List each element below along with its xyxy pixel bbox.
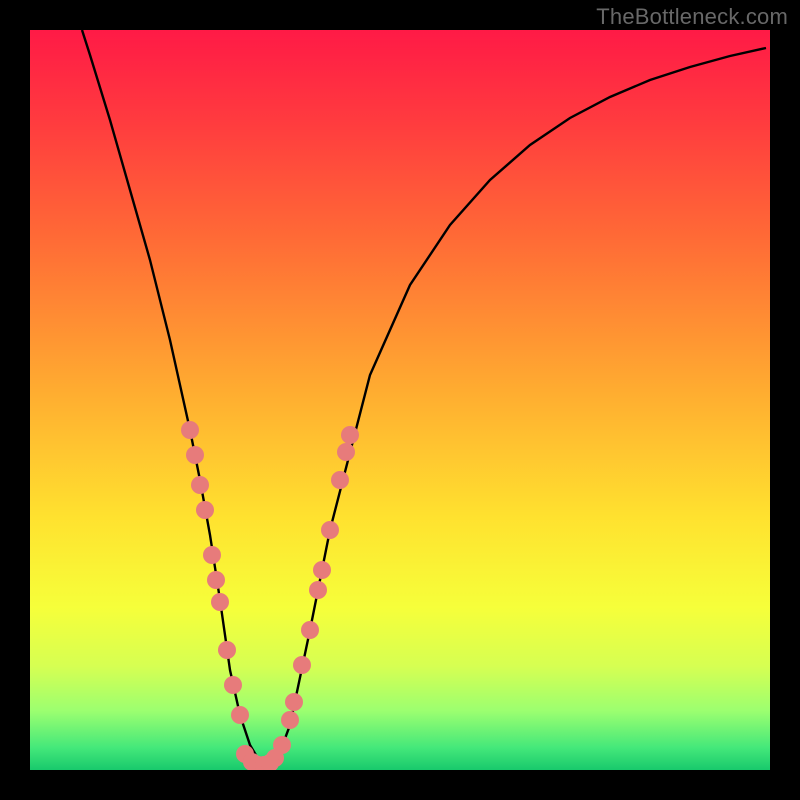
data-point xyxy=(331,471,349,489)
data-point xyxy=(203,546,221,564)
data-point xyxy=(186,446,204,464)
data-point xyxy=(191,476,209,494)
data-point xyxy=(313,561,331,579)
data-point xyxy=(341,426,359,444)
data-point xyxy=(231,706,249,724)
data-point xyxy=(337,443,355,461)
curve-svg xyxy=(30,30,770,770)
data-point xyxy=(218,641,236,659)
data-point xyxy=(321,521,339,539)
data-point xyxy=(301,621,319,639)
data-point xyxy=(273,736,291,754)
data-point xyxy=(196,501,214,519)
data-point xyxy=(285,693,303,711)
curve-dots xyxy=(181,421,359,770)
bottleneck-curve xyxy=(82,30,766,765)
data-point xyxy=(207,571,225,589)
data-point xyxy=(211,593,229,611)
chart-frame: TheBottleneck.com xyxy=(0,0,800,800)
data-point xyxy=(293,656,311,674)
data-point xyxy=(281,711,299,729)
plot-area xyxy=(30,30,770,770)
data-point xyxy=(224,676,242,694)
watermark-text: TheBottleneck.com xyxy=(596,4,788,30)
data-point xyxy=(309,581,327,599)
data-point xyxy=(181,421,199,439)
